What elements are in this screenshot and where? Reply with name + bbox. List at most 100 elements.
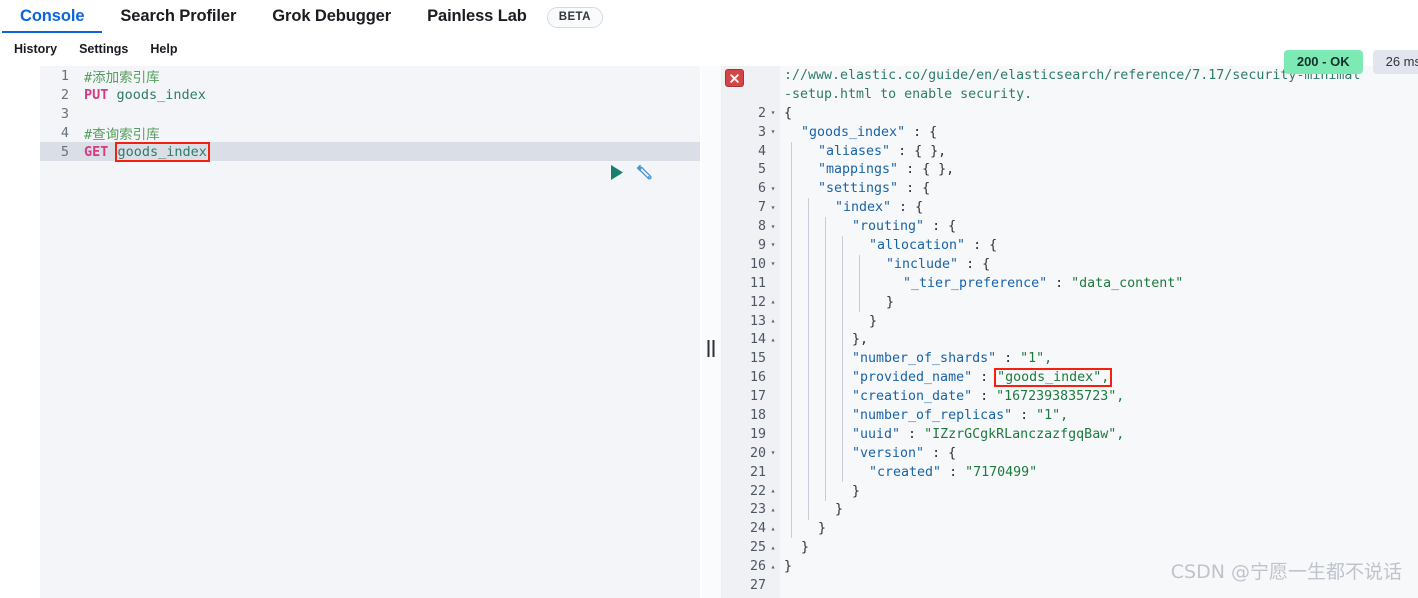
response-line-text: "uuid" : "IZzrGCgkRLanczazfgqBaw", — [780, 427, 1124, 442]
response-line-text: "created" : "7170499" — [780, 465, 1037, 480]
json-value: { }, — [922, 162, 955, 178]
response-line-text: "settings" : { — [780, 181, 930, 196]
fold-toggle-icon[interactable]: ▾ — [766, 236, 780, 254]
console-split: 1 #添加索引库 2 PUT goods_index 3 4 #查询索引库 5 GET good… — [0, 66, 1418, 598]
response-line: 15 "number_of_shards" : "1", — [722, 349, 1418, 368]
editor-line[interactable]: 5 GET goods_index — [40, 141, 700, 162]
json-value: { — [948, 445, 957, 461]
fold-toggle-icon[interactable]: ▴ — [766, 520, 780, 538]
subnav-item-history[interactable]: History — [3, 42, 68, 56]
editor-line[interactable]: 3 — [40, 104, 700, 123]
json-key: "settings" — [818, 181, 899, 197]
tab-search-profiler-label: Search Profiler — [120, 7, 237, 25]
response-line-text: } — [780, 484, 860, 499]
request-editor[interactable]: 1 #添加索引库 2 PUT goods_index 3 4 #查询索引库 5 GET good… — [40, 66, 700, 598]
tab-console[interactable]: Console — [2, 0, 103, 33]
json-value: "7170499" — [965, 464, 1038, 480]
response-line: 23 ▴} — [722, 500, 1418, 519]
fold-toggle-icon[interactable]: ▴ — [766, 482, 780, 500]
json-key: "index" — [835, 200, 892, 216]
response-line-number: 12 — [749, 294, 766, 310]
response-line-number: 5 — [757, 162, 766, 178]
fold-toggle-icon[interactable]: ▾ — [766, 218, 780, 236]
wrench-icon[interactable] — [635, 164, 652, 186]
editor-line-text: #查询索引库 — [78, 123, 160, 143]
fold-toggle-icon[interactable]: ▾ — [766, 104, 780, 122]
response-line-number: 8 — [757, 219, 766, 235]
subnav-item-settings[interactable]: Settings — [68, 42, 139, 56]
fold-toggle-icon[interactable]: ▴ — [766, 558, 780, 576]
response-line-number: 20 — [749, 445, 766, 461]
json-separator: : — [898, 162, 923, 178]
tab-grok-debugger[interactable]: Grok Debugger — [254, 0, 409, 33]
json-key: "number_of_replicas" — [852, 407, 1013, 423]
json-separator: : — [905, 124, 930, 140]
response-line-text: } — [780, 502, 843, 517]
response-line: 18 "number_of_replicas" : "1", — [722, 406, 1418, 425]
fold-toggle-icon[interactable]: ▾ — [766, 199, 780, 217]
json-separator: : — [972, 389, 997, 405]
tab-search-profiler[interactable]: Search Profiler — [102, 0, 254, 33]
json-value: { — [922, 181, 931, 197]
response-line: 24 ▴} — [722, 519, 1418, 538]
splitter-grip-icon[interactable] — [707, 340, 715, 357]
json-separator: : — [965, 237, 990, 253]
response-line: 5 "mappings" : { }, — [722, 160, 1418, 179]
play-icon[interactable] — [610, 165, 624, 185]
response-line: 13 ▴} — [722, 312, 1418, 331]
code-token: PUT — [84, 86, 109, 103]
json-value: { — [982, 256, 991, 272]
response-line-number: 26 — [749, 559, 766, 575]
response-line: 22 ▴} — [722, 482, 1418, 501]
error-x-icon[interactable] — [725, 69, 744, 87]
json-separator: : — [996, 351, 1021, 367]
code-token: #添加索引库 — [84, 69, 160, 86]
response-line: 4 "aliases" : { }, — [722, 142, 1418, 161]
json-value: { — [929, 124, 938, 140]
fold-toggle-icon[interactable]: ▾ — [766, 444, 780, 462]
kibana-dev-tools-console: Console Search Profiler Grok Debugger Pa… — [0, 0, 1418, 598]
response-line-text: "include" : { — [780, 257, 990, 272]
fold-toggle-icon[interactable]: ▴ — [766, 312, 780, 330]
status-badge: 200 - OK — [1283, 50, 1363, 74]
response-line: 10 ▾ "include" : { — [722, 255, 1418, 274]
response-line-number: 10 — [749, 256, 766, 272]
pane-splitter[interactable] — [700, 66, 722, 598]
fold-toggle-icon[interactable]: ▾ — [766, 123, 780, 141]
fold-toggle-icon[interactable]: ▾ — [766, 255, 780, 273]
response-line-number: 19 — [749, 426, 766, 442]
fold-toggle-icon[interactable]: ▾ — [766, 180, 780, 198]
editor-line[interactable]: 4 #查询索引库 — [40, 123, 700, 143]
console-subnav: History Settings Help — [0, 33, 1418, 65]
fold-toggle-icon[interactable]: ▴ — [766, 293, 780, 311]
subnav-item-help[interactable]: Help — [139, 42, 188, 56]
response-line: 19 "uuid" : "IZzrGCgkRLanczazfgqBaw", — [722, 425, 1418, 444]
json-text: } — [801, 540, 810, 556]
tab-painless-lab[interactable]: Painless Lab — [409, 0, 545, 33]
request-editor-pane: 1 #添加索引库 2 PUT goods_index 3 4 #查询索引库 5 GET good… — [0, 66, 700, 598]
json-value: "IZzrGCgkRLanczazfgqBaw", — [924, 426, 1125, 442]
json-key: "created" — [869, 464, 942, 480]
response-body[interactable]: ://www.elastic.co/guide/en/elasticsearch… — [722, 66, 1418, 595]
response-line: 20 ▾ "version" : { — [722, 444, 1418, 463]
editor-line-number: 3 — [60, 105, 69, 122]
fold-toggle-icon[interactable]: ▴ — [766, 539, 780, 557]
editor-line[interactable]: 2 PUT goods_index — [40, 85, 700, 104]
fold-toggle-icon[interactable]: ▴ — [766, 331, 780, 349]
json-text: } — [784, 559, 793, 575]
editor-line[interactable]: 1 #添加索引库 — [40, 66, 700, 86]
json-key: "creation_date" — [852, 389, 973, 405]
response-line-text: } — [780, 540, 809, 555]
response-line-number: 3 — [757, 124, 766, 140]
json-key: "number_of_shards" — [852, 351, 997, 367]
json-text: } — [835, 502, 844, 518]
json-separator: : — [898, 181, 923, 197]
json-text: { — [784, 105, 793, 121]
json-text: } — [869, 313, 878, 329]
beta-badge: BETA — [546, 6, 603, 28]
fold-toggle-icon[interactable]: ▴ — [766, 501, 780, 519]
json-text: -setup.html to enable security. — [784, 86, 1033, 102]
response-line: 21 "created" : "7170499" — [722, 463, 1418, 482]
